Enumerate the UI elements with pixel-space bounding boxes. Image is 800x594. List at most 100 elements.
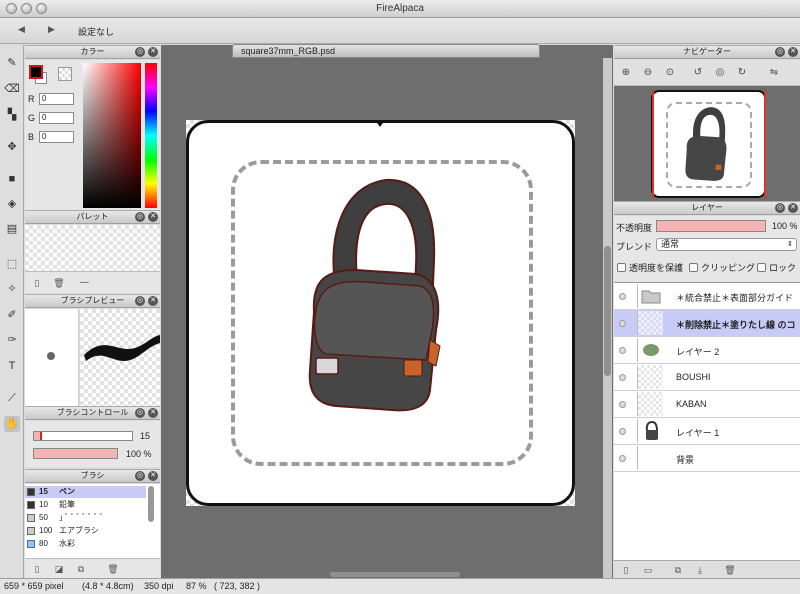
brush-preview-panel-header: ブラシプレビュー ◎ ✕ [25, 294, 160, 308]
next-icon[interactable]: ▶ [48, 24, 55, 35]
transparent-color-swatch[interactable] [58, 67, 72, 81]
palette-swatches-area[interactable] [25, 225, 160, 271]
collapse-icon[interactable]: ◎ [135, 212, 145, 222]
brush-list-scrollbar[interactable] [148, 486, 154, 522]
document-tab[interactable]: square37mm_RGB.psd [232, 44, 540, 58]
saturation-value-picker[interactable] [83, 63, 141, 208]
move-tool-icon[interactable]: ✥ [4, 139, 20, 155]
brush-size: 50 [39, 513, 48, 522]
gradient-tool-icon[interactable]: ▤ [4, 221, 20, 237]
close-icon[interactable]: ✕ [148, 212, 158, 222]
zoom-reset-icon[interactable]: ⊙ [662, 65, 678, 81]
collapse-icon[interactable]: ◎ [135, 471, 145, 481]
brush-list-item[interactable]: 80 水彩 [25, 538, 146, 550]
hand-tool-icon[interactable]: ✋ [4, 416, 20, 432]
delete-brush-icon[interactable]: 🗑 [107, 563, 119, 575]
pen-tool-icon[interactable]: ✎ [4, 55, 20, 71]
brush-list-item[interactable]: 15 ペン [25, 486, 146, 498]
fill-rect-tool-icon[interactable]: ■ [4, 171, 20, 187]
collapse-icon[interactable]: ◎ [135, 296, 145, 306]
duplicate-layer-icon[interactable]: ⧉ [672, 564, 684, 576]
visibility-icon[interactable] [619, 374, 626, 381]
brush-control-body [25, 421, 160, 467]
visibility-icon[interactable] [619, 320, 626, 327]
layer-name: 背景 [676, 455, 695, 465]
status-dpi: 350 dpi [144, 581, 174, 591]
collapse-icon[interactable]: ◎ [135, 408, 145, 418]
select-pen-tool-icon[interactable]: ✐ [4, 307, 20, 323]
duplicate-brush-icon[interactable]: ⧉ [75, 563, 87, 575]
layer-name: レイヤー 1 [676, 428, 720, 438]
brush-size: 80 [39, 539, 48, 548]
lock-checkbox[interactable]: ロック [757, 263, 796, 274]
b-input[interactable]: 0 [39, 131, 74, 143]
brush-list-item[interactable]: 10 鉛筆 [25, 499, 146, 511]
visibility-icon[interactable] [619, 347, 626, 354]
layer-thumbnail [637, 365, 663, 389]
new-brush-icon[interactable]: ▯ [31, 563, 43, 575]
visibility-icon[interactable] [619, 428, 626, 435]
close-icon[interactable]: ✕ [148, 408, 158, 418]
hue-slider[interactable] [145, 63, 157, 208]
flip-horizontal-icon[interactable]: ⇋ [766, 65, 782, 81]
edit-brush-icon[interactable]: ◪ [53, 563, 65, 575]
collapse-icon[interactable]: ◎ [135, 47, 145, 57]
prev-icon[interactable]: ◀ [18, 24, 25, 35]
canvas-horizontal-scroll-thumb[interactable] [330, 572, 460, 577]
layer-thumbnail [637, 446, 663, 470]
zoom-in-icon[interactable]: ⊕ [618, 65, 634, 81]
layer-row[interactable]: BOUSHI [614, 364, 800, 391]
g-input[interactable]: 0 [39, 112, 74, 124]
canvas-vertical-scroll-thumb[interactable] [604, 246, 611, 376]
close-icon[interactable]: ✕ [148, 471, 158, 481]
brush-list-item[interactable]: 100 エアブラシ [25, 525, 146, 537]
layer-row[interactable]: レイヤー 2 [614, 337, 800, 364]
magic-wand-tool-icon[interactable]: ✧ [4, 281, 20, 297]
text-tool-icon[interactable]: T [4, 358, 20, 374]
visibility-icon[interactable] [619, 401, 626, 408]
delete-palette-icon[interactable]: 🗑 [53, 277, 65, 289]
select-eraser-tool-icon[interactable]: ✑ [4, 332, 20, 348]
eyedropper-tool-icon[interactable]: ⟋ [4, 390, 20, 406]
layer-thumbnail [637, 311, 663, 335]
layer-row[interactable]: レイヤー 1 [614, 418, 800, 445]
new-folder-icon[interactable]: ▭ [642, 564, 654, 576]
visibility-icon[interactable] [619, 455, 626, 462]
brush-preview-panel-title: ブラシプレビュー [60, 296, 125, 305]
protect-alpha-checkbox[interactable]: 透明度を保護 [617, 263, 683, 274]
close-icon[interactable]: ✕ [788, 203, 798, 213]
layer-row[interactable]: 背景 [614, 445, 800, 472]
rotate-left-icon[interactable]: ↺ [690, 65, 706, 81]
eraser-tool-icon[interactable]: ⌫ [4, 81, 20, 97]
brush-size-slider[interactable] [33, 431, 133, 441]
bucket-tool-icon[interactable]: ◈ [4, 196, 20, 212]
blend-mode-select[interactable]: 通常 ⇕ [656, 238, 797, 251]
tool-setting-label[interactable]: 設定なし [78, 25, 114, 38]
layer-row[interactable]: ＊削除禁止＊塗りたし線 のコ [614, 310, 800, 337]
collapse-icon[interactable]: ◎ [775, 203, 785, 213]
brush-list-item[interactable]: 50 ｣ ﾞ ﾞ ﾞ ﾞ ﾞ ﾞ ﾞ [25, 512, 146, 524]
new-layer-icon[interactable]: ▯ [620, 564, 632, 576]
layer-row[interactable]: ＊統合禁止＊表面部分ガイド [614, 283, 800, 310]
dot-tool-icon[interactable]: ▚ [4, 107, 20, 123]
layer-row[interactable]: KABAN [614, 391, 800, 418]
color-panel-title: カラー [80, 47, 105, 56]
rotate-reset-icon[interactable]: ◎ [712, 65, 728, 81]
foreground-color-swatch[interactable] [29, 65, 43, 79]
visibility-icon[interactable] [619, 293, 626, 300]
merge-layer-icon[interactable]: ⤓ [694, 564, 706, 576]
layer-opacity-slider[interactable] [656, 220, 766, 232]
r-input[interactable]: 0 [39, 93, 74, 105]
close-icon[interactable]: ✕ [148, 47, 158, 57]
zoom-out-icon[interactable]: ⊖ [640, 65, 656, 81]
select-tool-icon[interactable]: ⬚ [4, 256, 20, 272]
close-icon[interactable]: ✕ [148, 296, 158, 306]
status-bar: 659 * 659 pixel (4.8 * 4.8cm) 350 dpi 87… [0, 578, 800, 594]
brush-opacity-slider[interactable] [33, 448, 118, 459]
close-icon[interactable]: ✕ [788, 47, 798, 57]
rotate-right-icon[interactable]: ↻ [734, 65, 750, 81]
clipping-checkbox[interactable]: クリッピング [689, 263, 755, 274]
delete-layer-icon[interactable]: 🗑 [724, 564, 736, 576]
new-palette-icon[interactable]: ▯ [31, 277, 43, 289]
collapse-icon[interactable]: ◎ [775, 47, 785, 57]
